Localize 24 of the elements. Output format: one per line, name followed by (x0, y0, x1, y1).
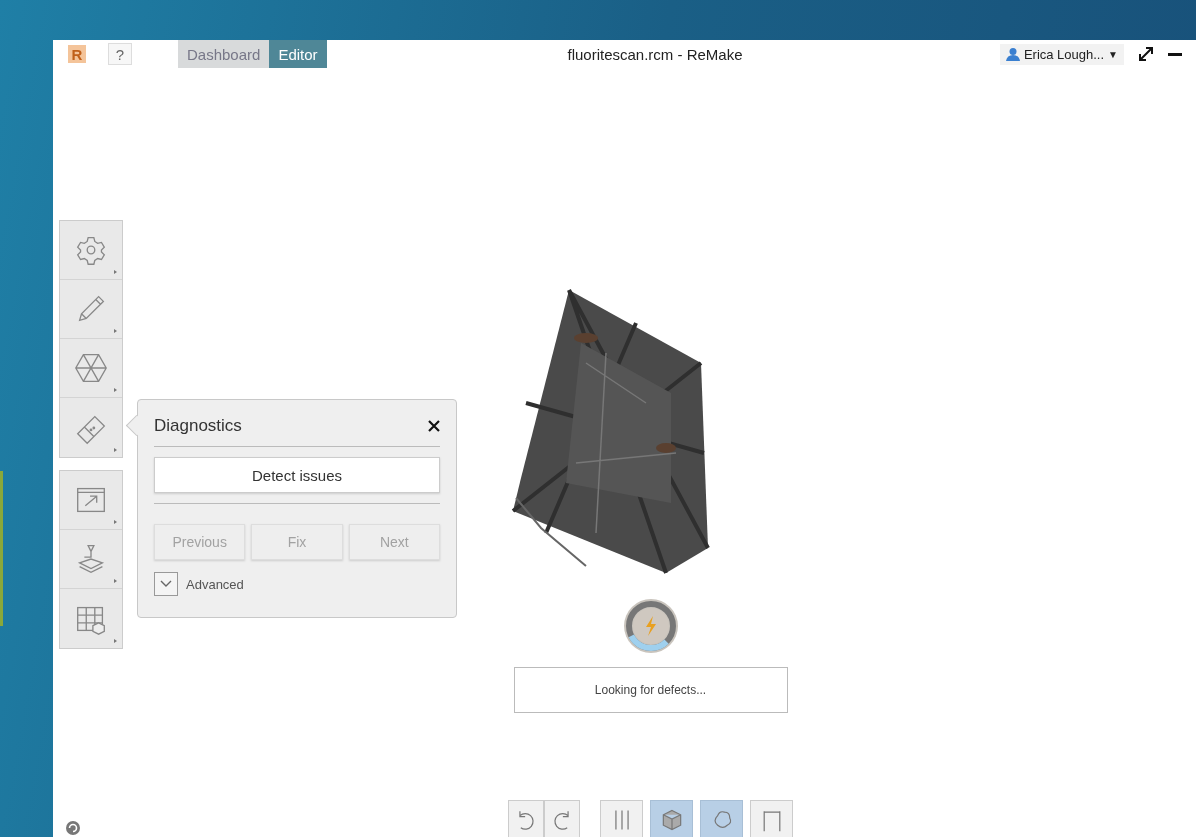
expand-toggle[interactable] (154, 572, 178, 596)
help-button[interactable]: ? (108, 43, 132, 65)
advanced-label: Advanced (186, 576, 244, 592)
panel-title: Diagnostics (154, 416, 242, 436)
blob-button[interactable] (700, 800, 743, 837)
expand-icon[interactable] (1138, 46, 1154, 62)
window-title: fluoritescan.rcm - ReMake (567, 45, 743, 63)
status-message: Looking for defects... (513, 667, 788, 713)
user-menu[interactable]: Erica Lough... ▼ (999, 43, 1124, 65)
minimize-icon[interactable] (1168, 52, 1182, 56)
cube-button[interactable] (650, 800, 693, 837)
frame-button[interactable] (750, 800, 793, 837)
detect-issues-button[interactable]: Detect issues (154, 457, 440, 493)
user-icon (1005, 47, 1020, 61)
app-logo[interactable]: R (68, 45, 86, 63)
close-icon[interactable] (428, 420, 440, 432)
sliders-button[interactable] (600, 800, 643, 837)
chevron-icon (160, 580, 172, 588)
undo-button[interactable] (508, 800, 544, 837)
refresh-icon[interactable] (65, 820, 81, 836)
tab[interactable]: Editor (269, 40, 327, 68)
tab[interactable]: Dashboard (178, 40, 270, 68)
redo-button[interactable] (544, 800, 580, 837)
progress-ring (622, 598, 679, 654)
